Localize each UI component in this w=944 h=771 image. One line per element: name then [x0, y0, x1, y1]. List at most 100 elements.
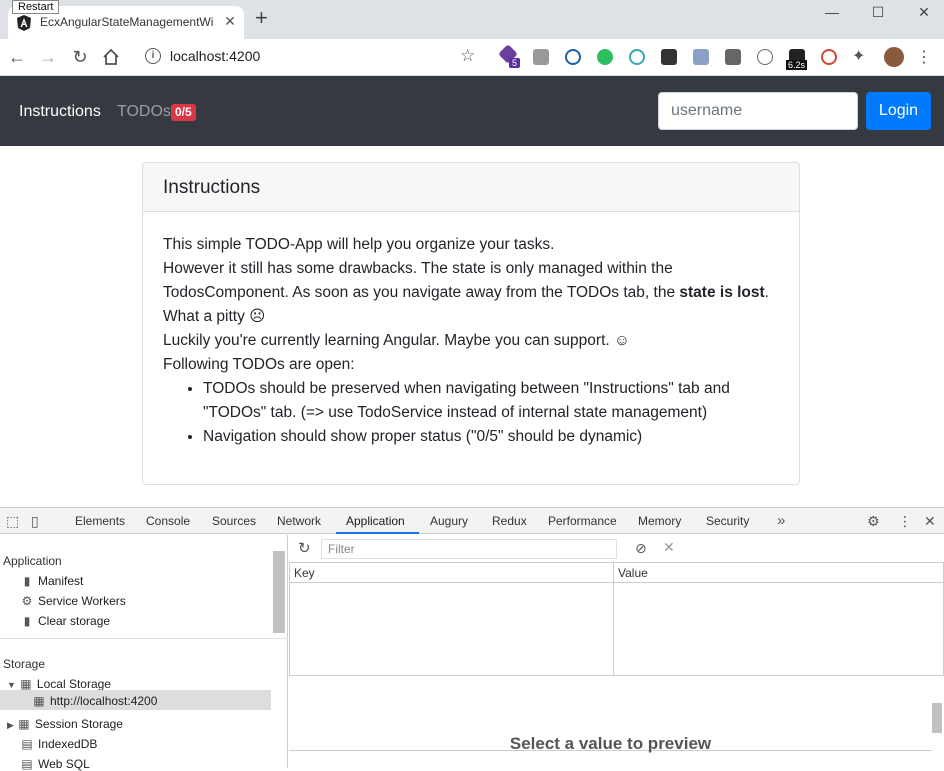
- tab-application[interactable]: Application: [346, 514, 405, 528]
- column-header-value[interactable]: Value: [618, 566, 648, 580]
- minimize-icon[interactable]: —: [822, 2, 842, 22]
- performance-extension-icon[interactable]: [821, 49, 837, 65]
- state-lost-text: state is lost: [679, 284, 765, 301]
- tab-elements[interactable]: Elements: [75, 514, 125, 528]
- home-icon[interactable]: [102, 48, 120, 66]
- preview-placeholder: Select a value to preview: [509, 734, 712, 753]
- filter-input[interactable]: [321, 539, 617, 559]
- intro-text: This simple TODO-App will help you organ…: [163, 236, 555, 253]
- camera-icon[interactable]: [533, 49, 549, 65]
- more-tabs-icon[interactable]: »: [777, 513, 785, 529]
- sidebar-item-session-storage[interactable]: ▶ ▦ Session Storage: [7, 717, 123, 731]
- tab-sources[interactable]: Sources: [212, 514, 256, 528]
- sidebar-item-label: IndexedDB: [38, 737, 98, 751]
- kebab-menu-icon[interactable]: ⋮: [898, 513, 912, 529]
- sidebar-divider: [0, 638, 288, 639]
- sidebar-item-label: Session Storage: [34, 717, 123, 731]
- browser-toolbar: ← → ↻ i localhost:4200 ☆ 5 6.2s ✦ ⋮: [0, 39, 944, 76]
- puzzle-icon[interactable]: ✦: [852, 46, 865, 66]
- sidebar-item-websql[interactable]: ▤ Web SQL: [20, 757, 89, 771]
- sidebar-item-clear-storage[interactable]: ▮ Clear storage: [20, 614, 110, 628]
- expand-down-icon[interactable]: ▼: [7, 680, 16, 690]
- browser-tab-strip: EcxAngularStateManagementWi ✕ Restart + …: [0, 0, 944, 39]
- trash-icon: ▮: [23, 614, 31, 628]
- drawbacks-text-end: .: [764, 284, 769, 301]
- todos-heading: Following TODOs are open:: [163, 356, 355, 373]
- password-manager-icon[interactable]: [565, 49, 581, 65]
- tab-console[interactable]: Console: [146, 514, 190, 528]
- column-divider[interactable]: [613, 563, 614, 675]
- sidebar-item-label: http://localhost:4200: [50, 694, 158, 708]
- clear-all-icon[interactable]: ⊘: [635, 540, 647, 557]
- sidebar-scrollbar[interactable]: [273, 551, 285, 633]
- tab-memory[interactable]: Memory: [638, 514, 681, 528]
- url-field[interactable]: localhost:4200: [170, 48, 260, 64]
- database-icon: ▤: [21, 757, 33, 771]
- tab-title: EcxAngularStateManagementWi: [40, 15, 214, 29]
- sidebar-item-local-storage[interactable]: ▼ ▦ Local Storage: [7, 677, 111, 691]
- nav-todos[interactable]: TODOs: [117, 103, 171, 121]
- preview-scrollbar[interactable]: [932, 703, 942, 733]
- tab-network[interactable]: Network: [277, 514, 321, 528]
- star-icon[interactable]: ☆: [460, 46, 475, 66]
- tab-close-icon[interactable]: ✕: [222, 13, 238, 30]
- column-header-key[interactable]: Key: [294, 566, 315, 580]
- evernote-icon[interactable]: [597, 49, 613, 65]
- card-header: Instructions: [143, 163, 799, 212]
- sidebar-item-indexeddb[interactable]: ▤ IndexedDB: [20, 737, 97, 751]
- delete-selected-icon[interactable]: ✕: [663, 539, 675, 556]
- arrow-left-icon[interactable]: ←: [6, 46, 28, 68]
- close-icon[interactable]: ✕: [924, 513, 936, 529]
- maximize-icon[interactable]: ☐: [868, 2, 888, 22]
- tab-redux[interactable]: Redux: [492, 514, 527, 528]
- tab-augury[interactable]: Augury: [430, 514, 468, 528]
- devtools-tab-bar: ⬚ ▯ Elements Console Sources Network App…: [0, 508, 944, 534]
- gear-icon[interactable]: ⚙: [867, 513, 880, 529]
- sidebar-item-label: Service Workers: [38, 594, 126, 608]
- info-icon[interactable]: i: [145, 48, 161, 64]
- close-window-icon[interactable]: ✕: [914, 2, 934, 22]
- storage-view: ↻ ⊘ ✕ Key Value Select a value to previe…: [289, 535, 944, 768]
- sidebar-item-service-workers[interactable]: ⚙ Service Workers: [20, 594, 126, 608]
- todo-list: TODOs should be preserved when navigatin…: [183, 377, 783, 449]
- grid-icon: ▦: [33, 694, 45, 708]
- list-item: TODOs should be preserved when navigatin…: [203, 377, 783, 425]
- app-navbar: Instructions TODOs 0/5 Login: [0, 76, 944, 146]
- extension-badge: 5: [509, 58, 521, 68]
- nav-instructions[interactable]: Instructions: [19, 103, 101, 121]
- d-extension-icon[interactable]: [757, 49, 773, 65]
- pitty-text: What a pitty ☹: [163, 308, 266, 325]
- login-button[interactable]: Login: [866, 92, 931, 130]
- refresh-icon[interactable]: ↻: [298, 539, 311, 557]
- sidebar-item-localhost[interactable]: ▦ http://localhost:4200: [32, 694, 157, 708]
- tab-performance[interactable]: Performance: [548, 514, 617, 528]
- image-extension-icon[interactable]: [725, 49, 741, 65]
- device-toolbar-icon[interactable]: ▯: [31, 513, 39, 529]
- grid-icon: ▦: [18, 717, 30, 731]
- sidebar-item-manifest[interactable]: ▮ Manifest: [20, 574, 84, 588]
- reload-icon[interactable]: ↻: [69, 46, 91, 68]
- inspect-element-icon[interactable]: ⬚: [6, 513, 19, 529]
- gear-icon: ⚙: [21, 594, 33, 608]
- drawbacks-text-start: However it still has some drawbacks. The…: [163, 260, 680, 301]
- drawbacks-text: However it still has some drawbacks. The…: [163, 257, 783, 305]
- active-tab-indicator: [336, 532, 419, 534]
- list-item: Navigation should show proper status ("0…: [203, 425, 783, 449]
- globe-icon[interactable]: [629, 49, 645, 65]
- menu-icon[interactable]: ⋮: [916, 47, 932, 67]
- network-extension-icon[interactable]: [693, 49, 709, 65]
- username-input[interactable]: [658, 92, 858, 130]
- bookmark-extension-icon[interactable]: [661, 49, 677, 65]
- avatar[interactable]: [884, 47, 904, 67]
- application-section-header: Application: [3, 554, 62, 568]
- arrow-right-icon[interactable]: →: [37, 46, 59, 68]
- new-tab-icon[interactable]: +: [255, 7, 268, 29]
- expand-right-icon[interactable]: ▶: [7, 720, 14, 730]
- devtools-sidebar: Application ▮ Manifest ⚙ Service Workers ▮…: [0, 535, 288, 771]
- value-preview: Select a value to preview: [289, 685, 932, 753]
- table-header: Key Value: [290, 563, 943, 583]
- tab-security[interactable]: Security: [706, 514, 749, 528]
- sidebar-item-label: Local Storage: [36, 677, 111, 691]
- sidebar-item-label: Clear storage: [38, 614, 111, 628]
- card-title: Instructions: [163, 177, 261, 198]
